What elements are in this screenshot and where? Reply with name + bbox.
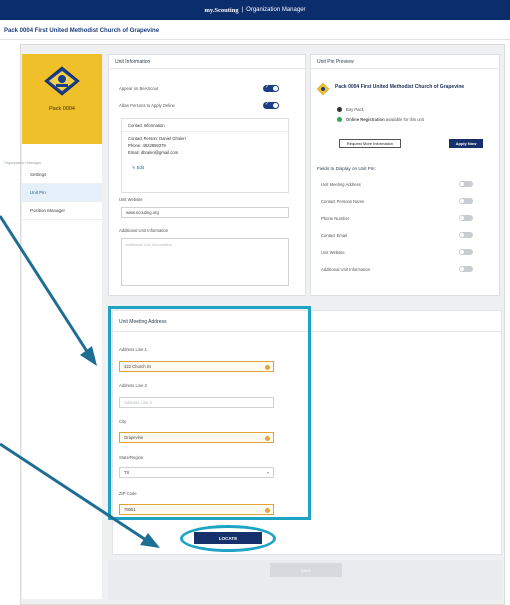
field-label-unit-meeting-address: Unit Meeting Address [321, 182, 361, 187]
divider [122, 131, 288, 132]
divider [109, 68, 305, 69]
header-separator: | [241, 7, 244, 13]
contact-person-row: Contact Person: Daniel Gholeri [128, 136, 186, 141]
phone-value: 4822859379 [142, 143, 166, 148]
cub-scout-pin-icon [317, 83, 329, 95]
allow-apply-online-label: Allow Persons to Apply Online [119, 103, 175, 108]
unit-website-input[interactable]: www.scouting.org [121, 207, 289, 218]
phone-row: Phone: 4822859379 [128, 143, 166, 148]
top-header-bar: my.Scouting | Organization Manager [0, 0, 510, 20]
field-toggle-contact-persons-name[interactable] [459, 198, 473, 204]
online-registration-rest: available for this unit [385, 117, 424, 122]
sidebar-item-position-manager[interactable]: Position Manager [22, 202, 102, 220]
additional-info-textarea[interactable]: Additional Unit Information [121, 238, 289, 286]
sidebar-item-unit-pin[interactable]: Unit Pin [22, 184, 102, 202]
unit-information-title: Unit Information [115, 59, 151, 65]
edit-contact-link[interactable]: ✎ Edit [132, 165, 144, 170]
sidebar-pack-name: Pack 0004 [49, 106, 75, 112]
unit-pin-preview-card: Unit Pin Preview Pack 0004 First United … [310, 54, 500, 296]
contact-information-heading: Contact Information [128, 123, 165, 128]
allow-apply-online-toggle[interactable] [263, 101, 279, 109]
unit-pin-preview-title: Unit Pin Preview [317, 59, 354, 65]
email-label: Email: [128, 150, 140, 155]
online-registration-bold: Online Registration [346, 117, 385, 122]
annotation-highlight-oval [180, 525, 276, 552]
unit-website-label: Unit Website [119, 197, 143, 202]
unit-logo-panel: Pack 0004 [22, 54, 102, 144]
appear-on-beascout-toggle[interactable] [263, 84, 279, 92]
sidebar: Pack 0004 Organization Manager Settings … [4, 54, 102, 599]
pin-unit-name: Pack 0004 First United Methodist Church … [335, 84, 465, 90]
contact-person-value: Daniel Gholeri [159, 136, 186, 141]
pack-type: Boy Pack [346, 107, 364, 112]
field-toggle-unit-website[interactable] [459, 249, 473, 255]
sidebar-item-label: Position Manager [30, 208, 66, 213]
brand-text: my.Scouting [204, 6, 239, 14]
phone-label: Phone: [128, 143, 142, 148]
sidebar-item-label: Settings [30, 172, 47, 177]
contact-information-box: Contact Information Contact Person: Dani… [121, 118, 289, 193]
appear-on-beascout-label: Appear on BeAScout [119, 86, 159, 91]
pack-type-icon [337, 107, 342, 112]
pencil-icon: ✎ [132, 165, 136, 170]
fields-to-display-heading: Fields to Display on Unit Pin: [317, 166, 376, 171]
cub-scout-logo-icon [44, 66, 80, 96]
field-toggle-additional-info[interactable] [459, 266, 473, 272]
field-label-unit-website: Unit Website [321, 250, 345, 255]
email-value: dbraleri@gmail.com [140, 150, 179, 155]
annotation-highlight-box [108, 306, 311, 520]
field-toggle-phone-number[interactable] [459, 215, 473, 221]
sidebar-item-settings[interactable]: Settings [22, 166, 102, 184]
unit-title-bar: Pack 0004 First United Methodist Church … [0, 22, 510, 40]
field-label-additional-info: Additional Unit Information [321, 267, 371, 272]
divider [311, 68, 499, 69]
save-button[interactable]: SAVE [270, 563, 342, 577]
contact-person-label: Contact Person: [128, 136, 159, 141]
header-section: Organization Manager [246, 7, 306, 13]
email-row: Email: dbraleri@gmail.com [128, 150, 178, 155]
field-label-contact-persons-name: Contact Persons Name [321, 199, 365, 204]
unit-information-card: Unit Information Appear on BeAScout Allo… [108, 54, 306, 296]
sidebar-item-label: Unit Pin [30, 190, 46, 195]
online-status-icon [337, 117, 342, 122]
field-toggle-contact-email[interactable] [459, 232, 473, 238]
field-toggle-unit-meeting-address[interactable] [459, 181, 473, 187]
field-label-contact-email: Contact Email [321, 233, 348, 238]
online-registration-row: Online Registration available for this u… [346, 117, 424, 122]
request-more-info-button[interactable]: Request More Information [339, 139, 401, 148]
sidebar-section-label: Organization Manager [4, 161, 42, 165]
apply-now-button[interactable]: Apply Now [449, 139, 483, 148]
additional-info-label: Additional Unit Information [119, 228, 169, 233]
field-label-phone-number: Phone Number [321, 216, 350, 221]
unit-title: Pack 0004 First United Methodist Church … [4, 27, 160, 34]
edit-label: Edit [136, 165, 144, 170]
